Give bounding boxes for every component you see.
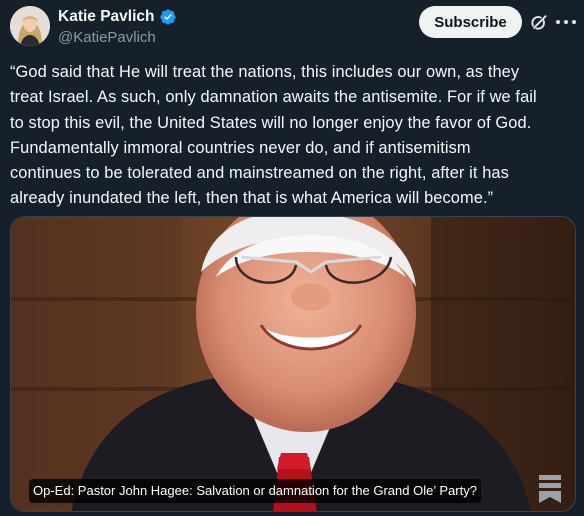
author-info[interactable]: Katie Pavlich @KatiePavlich: [58, 7, 177, 46]
post-text-line: treat Israel. As such, only damnation aw…: [10, 88, 537, 107]
post-text-line: Fundamentally immoral countries never do…: [10, 138, 471, 157]
article-photo: [11, 217, 575, 511]
post-text-line: already inundated the left, then that is…: [10, 189, 494, 208]
verified-badge-icon: [159, 9, 176, 25]
grok-icon[interactable]: [529, 12, 549, 32]
link-card-media[interactable]: Op-Ed: Pastor John Hagee: Salvation or d…: [10, 216, 576, 512]
handle[interactable]: @KatiePavlich: [58, 29, 177, 46]
post-header: Katie Pavlich @KatiePavlich Subscribe: [10, 6, 576, 46]
post-text: “God said that He will treat the nations…: [10, 60, 576, 212]
subscribe-button[interactable]: Subscribe: [419, 6, 522, 38]
post-text-line: continues to be tolerated and mainstream…: [10, 164, 509, 183]
post-text-line: “God said that He will treat the nations…: [10, 63, 520, 81]
display-name[interactable]: Katie Pavlich: [58, 8, 155, 26]
bookmark-icon[interactable]: [539, 475, 561, 503]
post-text-line: to stop this evil, the United States wil…: [10, 113, 532, 132]
avatar[interactable]: [10, 6, 50, 46]
more-options-icon[interactable]: [556, 12, 576, 32]
post-card: Katie Pavlich @KatiePavlich Subscribe “G…: [0, 0, 584, 516]
link-card-caption[interactable]: Op-Ed: Pastor John Hagee: Salvation or d…: [29, 479, 481, 503]
